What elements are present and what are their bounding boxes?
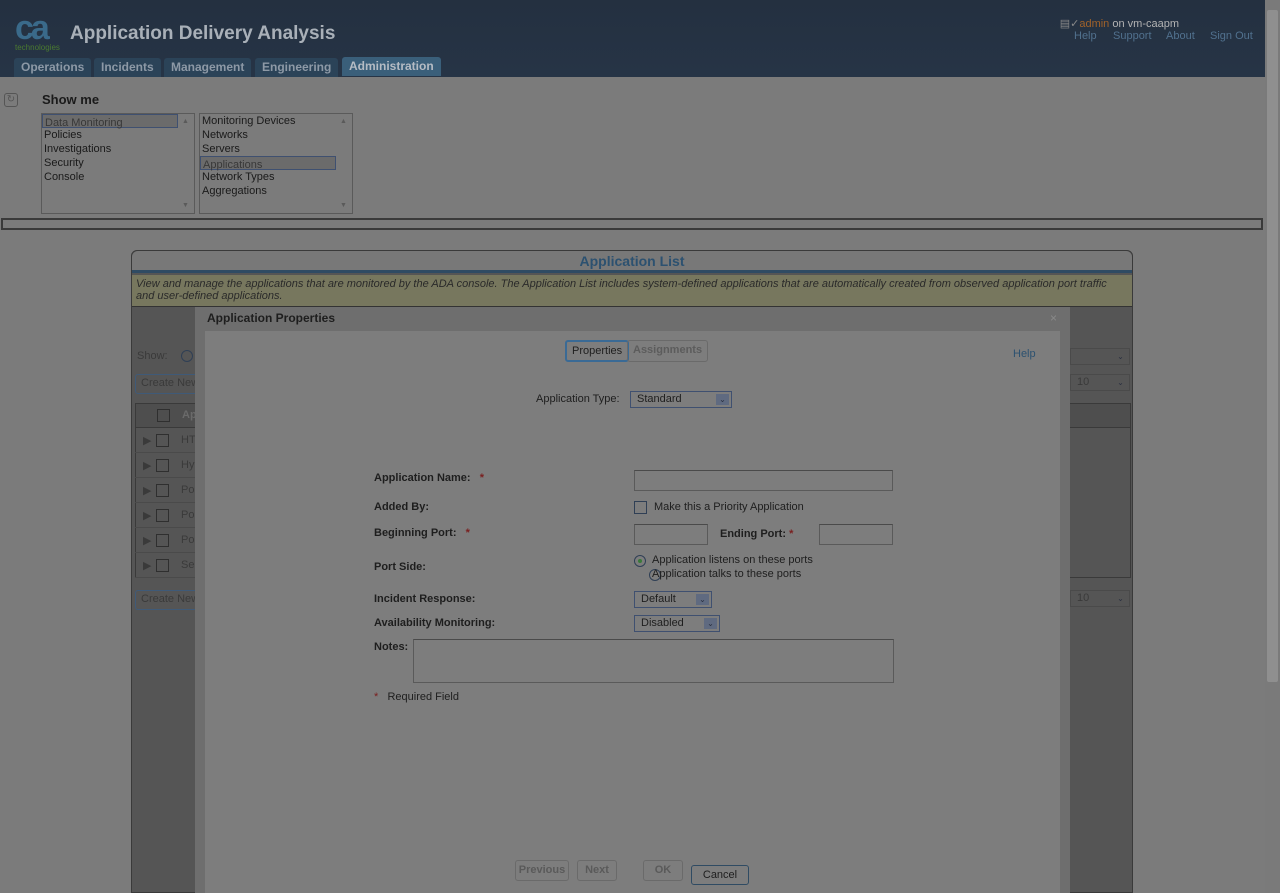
tab-administration[interactable]: Administration <box>342 57 441 76</box>
cancel-button[interactable]: Cancel <box>691 865 749 885</box>
divider <box>1 218 1263 230</box>
tab-incidents[interactable]: Incidents <box>94 58 161 77</box>
list-item[interactable]: Security <box>42 156 194 170</box>
page-size-select-bottom[interactable]: 10 ⌄ <box>1070 590 1130 607</box>
listbox-scrollbar[interactable]: ▲ ▼ <box>336 114 352 213</box>
previous-button[interactable]: Previous <box>515 860 569 881</box>
beginning-port-input[interactable] <box>634 524 708 545</box>
priority-checkbox[interactable] <box>634 501 647 514</box>
show-me-label: Show me <box>42 92 100 107</box>
notes-label: Notes: <box>374 641 409 653</box>
subcategory-listbox[interactable]: Monitoring Devices Networks Servers Appl… <box>199 113 353 214</box>
list-item[interactable]: Monitoring Devices <box>200 114 352 128</box>
tab-engineering[interactable]: Engineering <box>255 58 339 77</box>
expand-icon[interactable]: ▶ <box>143 509 151 522</box>
show-radio[interactable] <box>181 350 193 362</box>
chevron-down-icon: ⌄ <box>1114 593 1127 604</box>
panel-title: Application List <box>132 251 1132 273</box>
about-link[interactable]: About <box>1166 30 1195 42</box>
listbox-scrollbar[interactable]: ▲ ▼ <box>178 114 194 213</box>
panel-description: View and manage the applications that ar… <box>132 275 1132 307</box>
priority-label: Make this a Priority Application <box>654 501 804 513</box>
tab-properties[interactable]: Properties <box>565 340 630 362</box>
select-all-checkbox[interactable] <box>157 409 170 422</box>
chevron-down-icon: ⌄ <box>1114 351 1127 362</box>
chevron-down-icon: ⌄ <box>1114 377 1127 388</box>
notes-textarea[interactable] <box>413 639 894 683</box>
availability-monitoring-select[interactable]: Disabled ⌄ <box>634 615 720 632</box>
port-side-talks-label: Application talks to these ports <box>652 568 802 580</box>
app-title: Application Delivery Analysis <box>70 23 336 44</box>
dialog-title: Application Properties <box>207 311 336 325</box>
list-item[interactable]: Aggregations <box>200 184 352 198</box>
list-item[interactable]: Data Monitoring <box>42 114 178 129</box>
show-label: Show: <box>137 350 168 362</box>
port-side-label: Port Side: <box>374 561 426 573</box>
row-checkbox[interactable] <box>156 434 169 447</box>
dialog-body <box>205 331 1060 893</box>
next-button[interactable]: Next <box>577 860 617 881</box>
ok-button[interactable]: OK <box>643 860 683 881</box>
close-icon[interactable]: × <box>1050 311 1057 325</box>
expand-icon[interactable]: ▶ <box>143 484 151 497</box>
port-side-listens-radio[interactable] <box>634 555 646 567</box>
tab-assignments[interactable]: Assignments <box>627 340 709 362</box>
list-item[interactable]: Network Types <box>200 170 352 184</box>
tab-operations[interactable]: Operations <box>14 58 92 77</box>
list-item[interactable]: Investigations <box>42 142 194 156</box>
application-properties-dialog: Application Properties × Properties Assi… <box>195 307 1070 893</box>
category-listbox[interactable]: Data Monitoring Policies Investigations … <box>41 113 195 214</box>
beginning-port-label: Beginning Port: * <box>374 527 470 539</box>
tab-management[interactable]: Management <box>164 58 252 77</box>
incident-response-label: Incident Response: <box>374 593 476 605</box>
incident-response-select[interactable]: Default ⌄ <box>634 591 712 608</box>
row-checkbox[interactable] <box>156 509 169 522</box>
ending-port-input[interactable] <box>819 524 893 545</box>
sign-out-link[interactable]: Sign Out <box>1210 30 1253 42</box>
expand-icon[interactable]: ▶ <box>143 459 151 472</box>
ending-port-label: Ending Port: * <box>720 528 794 540</box>
username-link[interactable]: admin <box>1079 18 1109 30</box>
expand-icon[interactable]: ▶ <box>143 534 151 547</box>
scrollbar-thumb[interactable] <box>1267 10 1278 682</box>
list-item[interactable]: Networks <box>200 128 352 142</box>
row-checkbox[interactable] <box>156 534 169 547</box>
page-size-select[interactable]: 10 ⌄ <box>1070 374 1130 391</box>
list-item[interactable]: Console <box>42 170 194 184</box>
ca-logo: ca technologies <box>15 9 60 52</box>
port-side-listens-label: Application listens on these ports <box>652 554 813 566</box>
availability-monitoring-label: Availability Monitoring: <box>374 617 496 629</box>
support-link[interactable]: Support <box>1113 30 1152 42</box>
expand-icon[interactable]: ▶ <box>143 434 151 447</box>
refresh-icon[interactable]: ↻ <box>4 93 18 107</box>
edit-icon: ▤✓ <box>1059 18 1080 30</box>
list-item[interactable]: Applications <box>200 156 336 171</box>
expand-icon[interactable]: ▶ <box>143 559 151 572</box>
filter-select[interactable]: ⌄ <box>1070 348 1130 365</box>
added-by-label: Added By: <box>374 501 429 513</box>
chevron-down-icon: ⌄ <box>704 618 717 629</box>
chevron-down-icon: ⌄ <box>696 594 709 605</box>
row-checkbox[interactable] <box>156 459 169 472</box>
chevron-down-icon: ⌄ <box>716 394 729 405</box>
app-header: ca technologies Application Delivery Anal… <box>0 0 1265 77</box>
list-item[interactable]: Policies <box>42 128 194 142</box>
user-info: ▤✓admin on vm-caapm <box>1059 18 1179 30</box>
help-link[interactable]: Help <box>1013 348 1036 360</box>
row-checkbox[interactable] <box>156 559 169 572</box>
application-type-label: Application Type: <box>536 393 620 405</box>
application-name-input[interactable] <box>634 470 893 491</box>
application-type-select[interactable]: Standard ⌄ <box>630 391 732 408</box>
help-link[interactable]: Help <box>1074 30 1097 42</box>
list-item[interactable]: Servers <box>200 142 352 156</box>
application-name-label: Application Name: * <box>374 472 485 484</box>
required-field-note: * Required Field <box>374 691 459 703</box>
row-checkbox[interactable] <box>156 484 169 497</box>
